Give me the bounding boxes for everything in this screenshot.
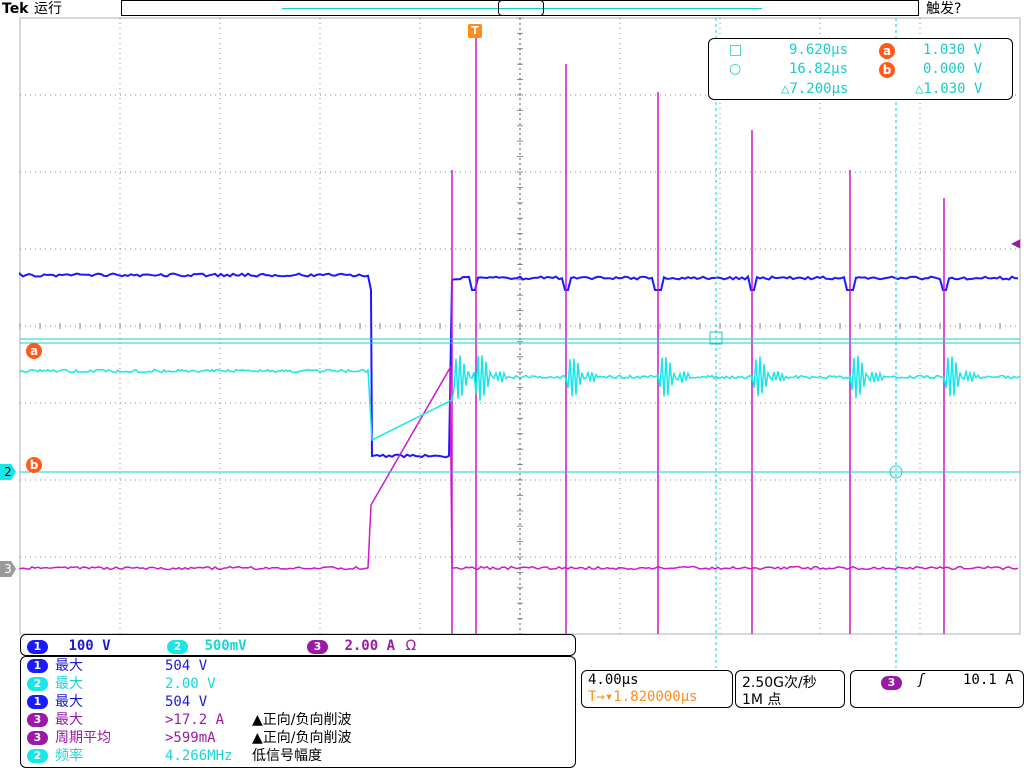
measurement-panel[interactable]: 1 最大 504 V 2 最大 2.00 V 1 最大 504 V 3 最大 >17.2 A ▲正向/负…	[20, 656, 576, 768]
measurement-name: 最大	[55, 657, 83, 675]
measurement-channel-badge: 2	[27, 677, 48, 691]
cursor-overlays	[20, 18, 1020, 668]
ch3-badge: 3	[307, 640, 328, 654]
cursor-a-time: 9.620µs	[789, 41, 848, 59]
ch3-scale[interactable]: 3 2.00 A Ω	[307, 638, 416, 654]
measurement-value: >17.2 A	[165, 711, 224, 729]
cursor-a-icon: a	[26, 343, 42, 359]
cursor-a-square-icon: □	[729, 41, 742, 59]
ch1-badge: 1	[27, 640, 48, 654]
trigger-source-badge: 3	[881, 676, 902, 690]
measurement-name: 频率	[55, 747, 83, 765]
measurement-row[interactable]: 3 最大 >17.2 A ▲正向/负向削波	[27, 711, 567, 729]
ch2-trace	[20, 355, 1020, 440]
trigger-position-marker[interactable]: T	[468, 24, 482, 38]
measurement-name: 最大	[55, 711, 83, 729]
measurement-value: 4.266MHz	[165, 747, 232, 765]
cursor-b-time: 16.82µs	[789, 60, 848, 78]
measurement-name: 最大	[55, 675, 83, 693]
record-length: 1M 点	[742, 689, 781, 709]
cursor-delta-value: △1.030 V	[915, 80, 982, 98]
ch2-badge: 2	[167, 640, 188, 654]
ch2-marker-label: 2	[4, 465, 12, 479]
ch2-scale[interactable]: 2 500mV	[167, 638, 247, 654]
cursor-a-value: 1.030 V	[923, 41, 982, 59]
measurement-row[interactable]: 1 最大 504 V	[27, 693, 567, 711]
timebase-panel[interactable]: 4.00µs T→▾1.820000µs	[581, 670, 733, 708]
measurement-row[interactable]: 2 最大 2.00 V	[27, 675, 567, 693]
measurement-name: 周期平均	[55, 729, 111, 747]
cursor-a-marker[interactable]: a	[26, 340, 42, 359]
trigger-t-icon: T	[471, 24, 479, 37]
measurement-value: 504 V	[165, 657, 207, 675]
measurement-value: >599mA	[165, 729, 216, 747]
measurement-row[interactable]: 3 周期平均 >599mA ▲正向/负向削波	[27, 729, 567, 747]
measurement-note: 低信号幅度	[252, 747, 322, 765]
ch1-scale[interactable]: 1 100 V	[27, 638, 111, 654]
channel-scale-bar[interactable]: 1 100 V 2 500mV 3 2.00 A Ω	[20, 634, 576, 656]
measurement-channel-badge: 2	[27, 749, 48, 763]
measurement-channel-badge: 1	[27, 659, 48, 673]
cursor-b-circle-icon: ○	[729, 60, 741, 78]
measurement-name: 最大	[55, 693, 83, 711]
rising-edge-icon: ʃ	[919, 672, 924, 688]
trigger-delay: T→▾1.820000µs	[588, 689, 698, 705]
trigger-panel[interactable]: 3 ʃ 10.1 A	[850, 670, 1024, 708]
ch3-trace	[20, 368, 1018, 570]
trigger-level-arrow-icon[interactable]: ◀	[1011, 236, 1020, 250]
ch2-scale-value: 500mV	[204, 638, 246, 654]
ch1-scale-value: 100 V	[68, 638, 110, 654]
measurement-channel-badge: 3	[27, 731, 48, 745]
ch3-marker-label: 3	[4, 562, 12, 576]
acquisition-panel[interactable]: 2.50G次/秒 1M 点	[735, 670, 845, 708]
trigger-source: 3	[881, 674, 902, 690]
timebase-scale: 4.00µs	[588, 672, 639, 688]
cursor-b-marker[interactable]: b	[26, 454, 42, 473]
trigger-level: 10.1 A	[963, 672, 1014, 688]
cursor-b-mark: b	[879, 61, 895, 79]
graticule	[20, 18, 1020, 634]
cursor-readout: □ 9.620µs a 1.030 V ○ 16.82µs b 0.000 V …	[708, 38, 1013, 100]
measurement-channel-badge: 1	[27, 695, 48, 709]
measurement-row[interactable]: 2 频率 4.266MHz 低信号幅度	[27, 747, 567, 765]
measurement-value: 504 V	[165, 693, 207, 711]
measurement-row[interactable]: 1 最大 504 V	[27, 657, 567, 675]
ch3-ohm-icon: Ω	[405, 638, 416, 654]
measurement-channel-badge: 3	[27, 713, 48, 727]
ch3-scale-value: 2.00 A	[344, 638, 395, 654]
measurement-note: ▲正向/负向削波	[252, 711, 351, 729]
cursor-b-value: 0.000 V	[923, 60, 982, 78]
cursor-a-mark: a	[879, 42, 895, 60]
measurement-value: 2.00 V	[165, 675, 216, 693]
cursor-b-icon: b	[26, 457, 42, 473]
measurement-note: ▲正向/负向削波	[252, 729, 351, 747]
cursor-delta-time: △7.200µs	[781, 80, 848, 98]
ch1-trace	[20, 274, 1018, 458]
